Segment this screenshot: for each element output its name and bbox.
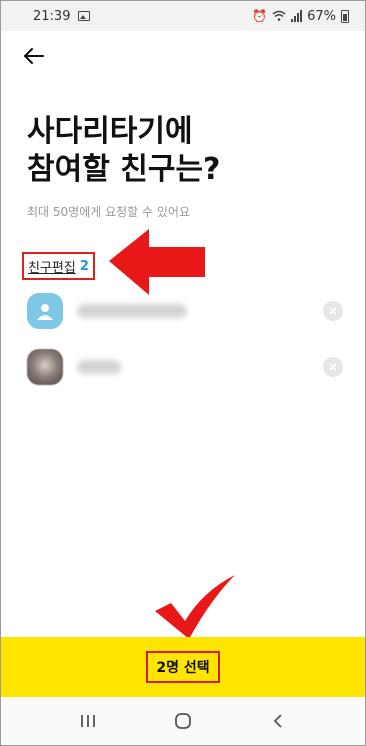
battery-icon — [341, 9, 349, 23]
page-title: 사다리타기에 참여할 친구는? — [27, 113, 347, 189]
image-icon — [78, 11, 91, 21]
friend-edit-button[interactable]: 친구편집 2 — [22, 252, 95, 280]
status-time: 21:39 — [33, 8, 71, 24]
recent-apps-icon — [81, 715, 96, 727]
arrow-left-icon — [24, 48, 44, 64]
friend-list-item — [27, 291, 343, 331]
page-title-line2: 참여할 친구는? — [27, 152, 221, 187]
close-icon — [329, 307, 337, 315]
red-check-annotation — [155, 575, 235, 639]
signal-icon — [291, 10, 303, 22]
battery-percent: 67% — [307, 8, 336, 24]
default-profile-icon — [27, 293, 63, 329]
home-button[interactable] — [163, 706, 203, 736]
recent-apps-button[interactable] — [68, 706, 108, 736]
red-arrow-annotation — [109, 229, 205, 295]
alarm-icon: ⏰ — [252, 9, 268, 23]
friend-edit-label: 친구편집 — [28, 260, 76, 276]
friend-list-item — [27, 347, 343, 387]
select-friends-label: 2명 선택 — [146, 651, 220, 683]
back-button[interactable] — [19, 41, 49, 71]
app-window: 21:39 ⏰ 67% 사다리타기에 참여할 친구는? 최대 50명에게 요청할… — [0, 0, 366, 746]
status-bar: 21:39 ⏰ 67% — [1, 1, 365, 31]
page-subtitle: 최대 50명에게 요청할 수 있어요 — [27, 205, 191, 219]
page-title-line1: 사다리타기에 — [27, 114, 193, 149]
select-friends-button[interactable]: 2명 선택 — [1, 637, 365, 697]
system-nav-bar — [1, 697, 365, 745]
home-icon — [175, 713, 191, 729]
wifi-icon — [272, 10, 286, 23]
nav-back-button[interactable] — [258, 706, 298, 736]
friend-name-redacted — [77, 360, 121, 374]
close-icon — [329, 363, 337, 371]
friend-avatar — [27, 349, 63, 385]
chevron-left-icon — [273, 714, 282, 728]
friend-name-redacted — [77, 304, 187, 318]
remove-friend-button[interactable] — [323, 301, 343, 321]
remove-friend-button[interactable] — [323, 357, 343, 377]
friend-count: 2 — [79, 258, 89, 274]
